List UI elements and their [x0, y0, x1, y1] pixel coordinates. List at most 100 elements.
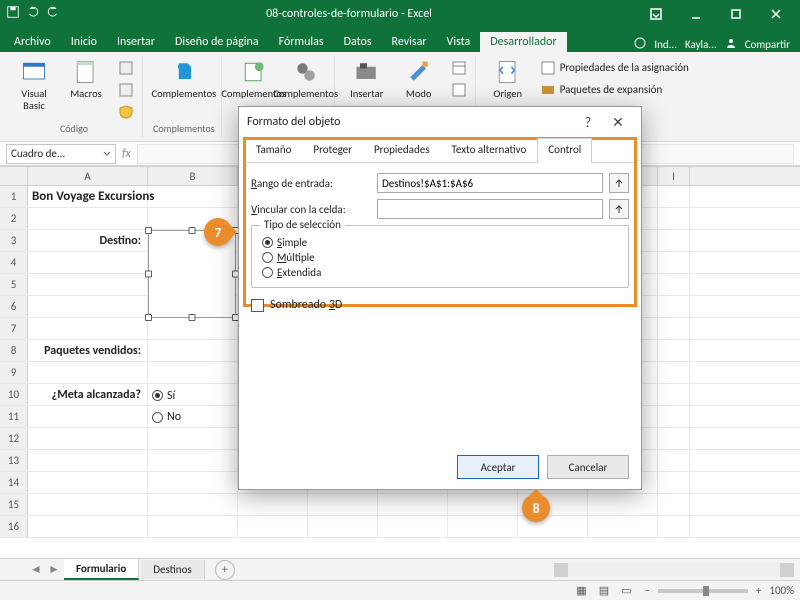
- tab-revisar[interactable]: Revisar: [382, 32, 437, 52]
- row-11[interactable]: 11: [0, 406, 28, 427]
- dlgtab-propiedades[interactable]: Propiedades: [363, 138, 441, 163]
- visual-basic-button[interactable]: Visual Basic: [12, 56, 56, 113]
- tab-desarrollador[interactable]: Desarrollador: [480, 32, 566, 52]
- checkbox-3d-shading[interactable]: Sombreado 3D: [251, 298, 342, 312]
- zoom-out-icon[interactable]: −: [644, 584, 649, 597]
- tab-formulas[interactable]: Fórmulas: [269, 32, 334, 52]
- complementos-button[interactable]: Complementos: [162, 56, 206, 102]
- col-B[interactable]: B: [148, 167, 238, 185]
- name-box[interactable]: Cuadro de...: [6, 144, 116, 164]
- row-8[interactable]: 8: [0, 340, 28, 361]
- chevron-down-icon[interactable]: [103, 150, 111, 158]
- minimize-icon[interactable]: [678, 0, 714, 28]
- resize-handle[interactable]: [189, 314, 196, 321]
- redo-icon[interactable]: [46, 5, 60, 23]
- undo-icon[interactable]: [26, 5, 40, 23]
- view-code-button[interactable]: [449, 80, 469, 100]
- dlgtab-proteger[interactable]: Proteger: [302, 138, 363, 163]
- radio-no[interactable]: No: [152, 406, 181, 428]
- expansion-packs-button[interactable]: Paquetes de expansión: [538, 80, 691, 100]
- input-range-input[interactable]: [377, 173, 603, 193]
- row-13[interactable]: 13: [0, 450, 28, 471]
- tellme-icon[interactable]: [634, 37, 646, 52]
- row-5[interactable]: 5: [0, 274, 28, 295]
- row-7[interactable]: 7: [0, 318, 28, 339]
- row-3[interactable]: 3: [0, 230, 28, 251]
- insert-control-button[interactable]: Insertar: [345, 56, 389, 102]
- row-12[interactable]: 12: [0, 428, 28, 449]
- new-sheet-button[interactable]: +: [215, 560, 235, 580]
- maximize-icon[interactable]: [718, 0, 754, 28]
- sheet-nav-next-icon[interactable]: ►: [46, 562, 62, 577]
- sheet-nav-prev-icon[interactable]: ◄: [28, 562, 44, 577]
- sheet-tab-destinos[interactable]: Destinos: [141, 560, 204, 579]
- record-macro-button[interactable]: [116, 58, 136, 78]
- user-label[interactable]: Kayla...: [685, 38, 717, 51]
- save-icon[interactable]: [6, 5, 20, 23]
- row-1[interactable]: 1: [0, 186, 28, 207]
- tab-diseno-pagina[interactable]: Diseño de página: [165, 32, 269, 52]
- col-A[interactable]: A: [28, 167, 148, 185]
- dlgtab-control[interactable]: Control: [537, 138, 592, 163]
- zoom-level[interactable]: 100%: [769, 584, 794, 597]
- tab-insertar[interactable]: Insertar: [107, 32, 165, 52]
- refedit-icon[interactable]: [609, 199, 629, 219]
- addins-excel-button[interactable]: Complementos: [232, 56, 276, 102]
- refedit-icon[interactable]: [609, 173, 629, 193]
- radio-si[interactable]: Sí: [152, 385, 175, 407]
- horizontal-scrollbar[interactable]: [554, 563, 794, 577]
- row-14[interactable]: 14: [0, 472, 28, 493]
- dialog-titlebar[interactable]: Formato del objeto ? ✕: [239, 107, 641, 137]
- resize-handle[interactable]: [145, 227, 152, 234]
- page-break-icon[interactable]: ▭: [616, 584, 636, 597]
- cell-link-input[interactable]: [377, 199, 603, 219]
- properties-button[interactable]: [449, 58, 469, 78]
- cell-A10[interactable]: ¿Meta alcanzada?: [28, 384, 148, 405]
- cell-A8[interactable]: Paquetes vendidos:: [28, 340, 148, 361]
- row-2[interactable]: 2: [0, 208, 28, 229]
- fx-icon[interactable]: fx: [122, 147, 131, 161]
- resize-handle[interactable]: [145, 271, 152, 278]
- cell-A3[interactable]: Destino:: [28, 230, 148, 251]
- share-label[interactable]: Compartir: [745, 38, 790, 51]
- row-9[interactable]: 9: [0, 362, 28, 383]
- col-I[interactable]: I: [658, 167, 690, 185]
- tellme-label[interactable]: Ind...: [654, 38, 677, 51]
- addins-com-button[interactable]: Complementos: [284, 56, 328, 102]
- relative-refs-button[interactable]: [116, 80, 136, 100]
- radio-multiple[interactable]: Múltiple: [262, 251, 618, 264]
- resize-handle[interactable]: [145, 314, 152, 321]
- radio-extendida[interactable]: Extendida: [262, 266, 618, 279]
- cell-A1[interactable]: Bon Voyage Excursions: [28, 186, 148, 207]
- accept-button[interactable]: Aceptar: [457, 455, 539, 479]
- close-icon[interactable]: ✕: [603, 114, 633, 131]
- zoom-in-icon[interactable]: +: [756, 584, 761, 597]
- share-icon[interactable]: [725, 37, 737, 52]
- tab-archivo[interactable]: Archivo: [4, 32, 61, 52]
- map-properties-button[interactable]: Propiedades de la asignación: [538, 58, 691, 78]
- dlgtab-texto-alt[interactable]: Texto alternativo: [441, 138, 538, 163]
- sheet-tab-formulario[interactable]: Formulario: [64, 559, 139, 580]
- zoom-slider[interactable]: [658, 589, 748, 593]
- row-4[interactable]: 4: [0, 252, 28, 273]
- row-6[interactable]: 6: [0, 296, 28, 317]
- design-mode-button[interactable]: Modo: [397, 56, 441, 102]
- cancel-button[interactable]: Cancelar: [547, 455, 629, 479]
- tab-vista[interactable]: Vista: [437, 32, 481, 52]
- normal-view-icon[interactable]: ▦: [571, 584, 591, 597]
- radio-simple[interactable]: Simple: [262, 236, 618, 249]
- close-icon[interactable]: [758, 0, 794, 28]
- macro-security-button[interactable]: [116, 102, 136, 122]
- row-15[interactable]: 15: [0, 494, 28, 515]
- ribbon-options-icon[interactable]: [638, 0, 674, 28]
- source-button[interactable]: Origen: [486, 56, 530, 102]
- row-16[interactable]: 16: [0, 516, 28, 537]
- tab-inicio[interactable]: Inicio: [61, 32, 107, 52]
- dlgtab-tamano[interactable]: Tamaño: [245, 138, 302, 163]
- macros-button[interactable]: Macros: [64, 56, 108, 102]
- tab-datos[interactable]: Datos: [334, 32, 382, 52]
- resize-handle[interactable]: [189, 227, 196, 234]
- row-10[interactable]: 10: [0, 384, 28, 405]
- select-all-triangle[interactable]: [0, 167, 28, 185]
- help-icon[interactable]: ?: [573, 114, 603, 131]
